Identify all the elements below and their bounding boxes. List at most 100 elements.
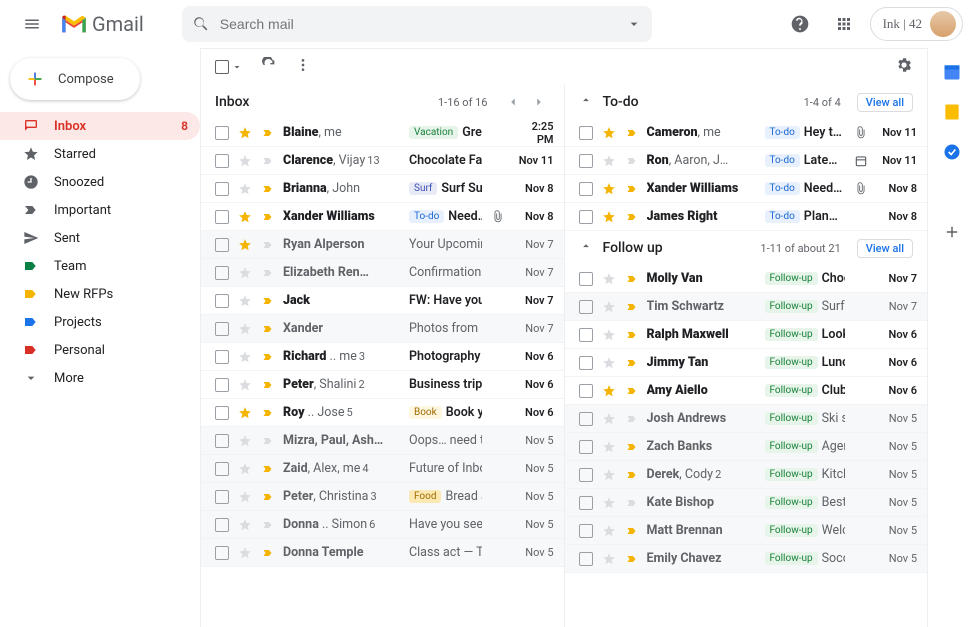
sidebar-item-team[interactable]: Team <box>0 252 200 280</box>
important-icon[interactable] <box>261 547 275 559</box>
row-checkbox[interactable] <box>215 546 229 560</box>
row-checkbox[interactable] <box>579 210 593 224</box>
star-icon[interactable] <box>601 384 617 398</box>
row-checkbox[interactable] <box>215 518 229 532</box>
sidebar-item-projects[interactable]: Projects <box>0 308 200 336</box>
important-icon[interactable] <box>625 385 639 397</box>
row-checkbox[interactable] <box>579 552 593 566</box>
important-icon[interactable] <box>625 357 639 369</box>
mail-row[interactable]: Kate BishopFollow-upBest…Nov 5 <box>565 489 928 517</box>
tasks-icon[interactable] <box>942 142 962 162</box>
sidebar-item-personal[interactable]: Personal <box>0 336 200 364</box>
important-icon[interactable] <box>261 239 275 251</box>
important-icon[interactable] <box>625 441 639 453</box>
star-icon[interactable] <box>601 210 617 224</box>
important-icon[interactable] <box>261 435 275 447</box>
star-icon[interactable] <box>237 490 253 504</box>
star-icon[interactable] <box>237 434 253 448</box>
next-page-icon[interactable] <box>528 91 550 113</box>
row-checkbox[interactable] <box>215 462 229 476</box>
row-checkbox[interactable] <box>579 440 593 454</box>
row-checkbox[interactable] <box>579 496 593 510</box>
important-icon[interactable] <box>261 491 275 503</box>
important-icon[interactable] <box>625 273 639 285</box>
mail-row[interactable]: Zaid, Alex, me4Future of Inbox —…Nov 5 <box>201 455 564 483</box>
chevron-down-icon[interactable] <box>231 61 243 73</box>
mail-row[interactable]: Clarence, Vijay13Chocolate Factor…Nov 11 <box>201 147 564 175</box>
row-checkbox[interactable] <box>215 154 229 168</box>
row-checkbox[interactable] <box>579 356 593 370</box>
important-icon[interactable] <box>261 211 275 223</box>
star-icon[interactable] <box>237 546 253 560</box>
mail-row[interactable]: Peter, Christina3FoodBread and…Nov 5 <box>201 483 564 511</box>
important-icon[interactable] <box>625 183 639 195</box>
star-icon[interactable] <box>601 468 617 482</box>
sidebar-item-starred[interactable]: Starred <box>0 140 200 168</box>
mail-row[interactable]: Ron, Aaron, J…To-doLate…Nov 11 <box>565 147 928 175</box>
view-all-button[interactable]: View all <box>857 239 913 258</box>
mail-row[interactable]: Derek, Cody2Follow-upKitche…Nov 5 <box>565 461 928 489</box>
sidebar-item-snoozed[interactable]: Snoozed <box>0 168 200 196</box>
important-icon[interactable] <box>625 155 639 167</box>
star-icon[interactable] <box>601 126 617 140</box>
mail-row[interactable]: Xander WilliamsTo-doNeed…Nov 8 <box>565 175 928 203</box>
more-icon[interactable] <box>295 57 311 77</box>
star-icon[interactable] <box>601 496 617 510</box>
mail-row[interactable]: Peter, Shalini2Business trip — H…Nov 6 <box>201 371 564 399</box>
star-icon[interactable] <box>601 440 617 454</box>
collapse-icon[interactable] <box>579 93 595 111</box>
star-icon[interactable] <box>601 272 617 286</box>
mail-row[interactable]: Donna .. Simon6Have you seen th…Nov 5 <box>201 511 564 539</box>
star-icon[interactable] <box>237 378 253 392</box>
row-checkbox[interactable] <box>215 210 229 224</box>
important-icon[interactable] <box>261 183 275 195</box>
star-icon[interactable] <box>237 462 253 476</box>
important-icon[interactable] <box>261 519 275 531</box>
important-icon[interactable] <box>625 211 639 223</box>
important-icon[interactable] <box>261 295 275 307</box>
row-checkbox[interactable] <box>579 154 593 168</box>
mail-row[interactable]: Ralph MaxwellFollow-upLooki…Nov 6 <box>565 321 928 349</box>
view-all-button[interactable]: View all <box>857 93 913 112</box>
mail-row[interactable]: Matt BrennanFollow-upWelco…Nov 5 <box>565 517 928 545</box>
help-icon[interactable] <box>782 6 818 42</box>
row-checkbox[interactable] <box>215 266 229 280</box>
row-checkbox[interactable] <box>579 468 593 482</box>
star-icon[interactable] <box>237 518 253 532</box>
row-checkbox[interactable] <box>215 350 229 364</box>
important-icon[interactable] <box>625 469 639 481</box>
chevron-down-icon[interactable] <box>626 16 642 32</box>
sidebar-item-sent[interactable]: Sent <box>0 224 200 252</box>
row-checkbox[interactable] <box>215 182 229 196</box>
star-icon[interactable] <box>601 300 617 314</box>
row-checkbox[interactable] <box>579 412 593 426</box>
important-icon[interactable] <box>261 155 275 167</box>
star-icon[interactable] <box>601 356 617 370</box>
logo[interactable]: Gmail <box>60 12 144 36</box>
sidebar-item-important[interactable]: Important <box>0 196 200 224</box>
mail-row[interactable]: Donna TempleClass act — Tom…Nov 5 <box>201 539 564 567</box>
star-icon[interactable] <box>237 350 253 364</box>
sidebar-item-more[interactable]: More <box>0 364 200 392</box>
star-icon[interactable] <box>237 210 253 224</box>
star-icon[interactable] <box>601 524 617 538</box>
mail-row[interactable]: Brianna, JohnSurfSurf Sunda…Nov 8 <box>201 175 564 203</box>
row-checkbox[interactable] <box>579 524 593 538</box>
mail-row[interactable]: Blaine, meVacationGreece…2:25 PM <box>201 119 564 147</box>
important-icon[interactable] <box>261 267 275 279</box>
row-checkbox[interactable] <box>579 182 593 196</box>
search-bar[interactable] <box>182 6 652 42</box>
important-icon[interactable] <box>625 413 639 425</box>
star-icon[interactable] <box>601 154 617 168</box>
sidebar-item-inbox[interactable]: Inbox8 <box>0 112 200 140</box>
star-icon[interactable] <box>601 182 617 196</box>
mail-row[interactable]: Josh AndrewsFollow-upSki se…Nov 5 <box>565 405 928 433</box>
star-icon[interactable] <box>237 126 253 140</box>
star-icon[interactable] <box>601 412 617 426</box>
row-checkbox[interactable] <box>215 406 229 420</box>
mail-row[interactable]: XanderPhotos from my r…Nov 7 <box>201 315 564 343</box>
mail-row[interactable]: Ryan AlpersonYour Upcoming R…Nov 7 <box>201 231 564 259</box>
mail-row[interactable]: Roy .. Jose5BookBook you r…Nov 6 <box>201 399 564 427</box>
important-icon[interactable] <box>261 407 275 419</box>
important-icon[interactable] <box>625 525 639 537</box>
